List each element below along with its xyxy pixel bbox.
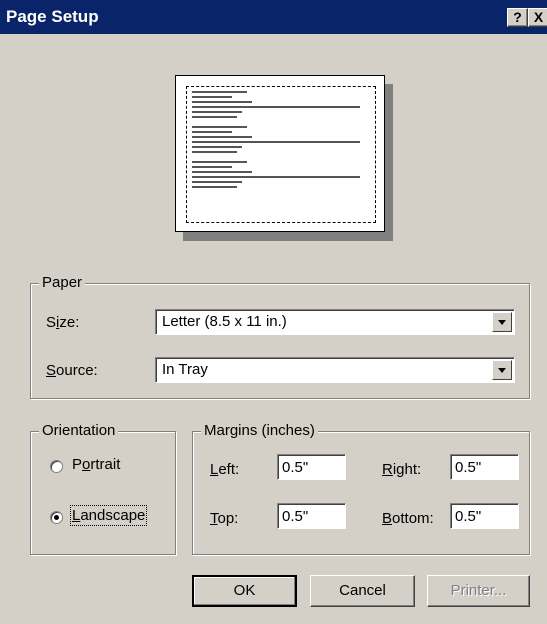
chevron-down-icon[interactable] <box>492 312 512 332</box>
ok-button[interactable]: OK <box>192 575 297 607</box>
dialog-title: Page Setup <box>6 7 99 26</box>
title-bar: Page Setup ? X <box>0 0 547 34</box>
preview-page <box>175 75 385 232</box>
left-margin-label: Left: <box>210 461 240 478</box>
preview-margin-outline <box>186 86 376 223</box>
orientation-group: Orientation <box>30 422 176 555</box>
margins-legend: Margins (inches) <box>201 422 318 439</box>
bottom-margin-label: Bottom: <box>382 510 434 527</box>
orientation-legend: Orientation <box>39 422 119 439</box>
cancel-button[interactable]: Cancel <box>310 575 415 607</box>
right-margin-label: Right: <box>382 461 422 478</box>
page-setup-dialog: Page Setup ? X Paper Size: Letter (8.5 x… <box>0 0 547 624</box>
paper-source-value: In Tray <box>162 361 208 378</box>
paper-size-value: Letter (8.5 x 11 in.) <box>162 313 287 330</box>
paper-size-select[interactable]: Letter (8.5 x 11 in.) <box>155 309 515 335</box>
paper-source-select[interactable]: In Tray <box>155 357 515 383</box>
paper-legend: Paper <box>39 274 86 291</box>
top-margin-input[interactable] <box>277 503 346 529</box>
portrait-label[interactable]: Portrait <box>72 456 120 473</box>
chevron-down-icon[interactable] <box>492 360 512 380</box>
size-label: Size: <box>46 314 80 331</box>
help-button[interactable]: ? <box>507 8 528 27</box>
printer-button[interactable]: Printer... <box>427 575 530 607</box>
bottom-margin-input[interactable] <box>450 503 519 529</box>
right-margin-input[interactable] <box>450 454 519 480</box>
source-label: Source: <box>46 362 98 379</box>
landscape-label[interactable]: Landscape <box>69 505 148 526</box>
left-margin-input[interactable] <box>277 454 346 480</box>
top-margin-label: Top: <box>210 510 239 527</box>
page-preview <box>175 75 393 241</box>
portrait-radio[interactable] <box>50 460 63 473</box>
margins-group: Margins (inches) <box>192 422 530 555</box>
landscape-radio[interactable] <box>50 511 63 524</box>
close-button[interactable]: X <box>528 8 547 27</box>
